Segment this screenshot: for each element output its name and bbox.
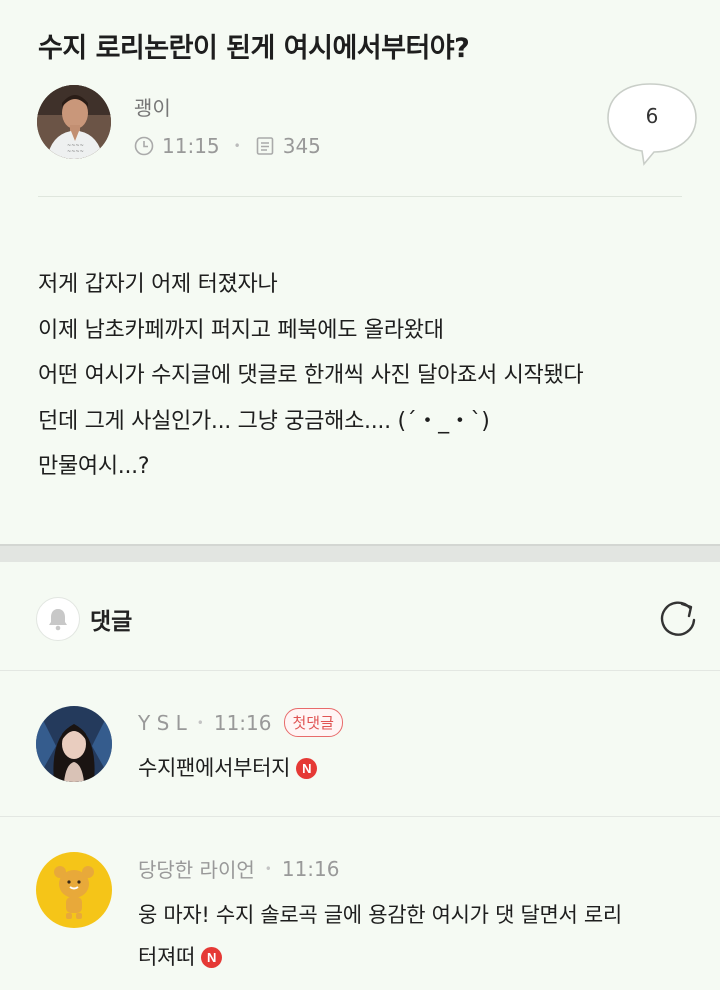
meta-separator: • [264, 861, 272, 876]
post-body: 저게 갑자기 어제 터졌자나 이제 남초카페까지 퍼지고 페북에도 올라왔대 어… [38, 262, 700, 490]
refresh-icon [660, 601, 696, 636]
svg-text:~~~~: ~~~~ [67, 149, 84, 155]
comment-body-line: 터져떠 [138, 945, 196, 969]
new-badge-icon: N [296, 758, 318, 779]
comment-text: 웅 마자! 수지 솔로곡 글에 용감한 여시가 댓 달면서 로리 터져떠 N [138, 894, 622, 978]
section-separator [0, 544, 720, 562]
comment-time: 11:16 [213, 710, 272, 735]
comment-text: 수지팬에서부터지 N [138, 747, 318, 789]
comment-author[interactable]: Y S L [138, 711, 187, 735]
body-line: 저게 갑자기 어제 터졌자나 [38, 272, 278, 297]
body-line: 이제 남초카페까지 퍼지고 페북에도 올라왔대 [38, 317, 444, 343]
comment-time: 11:16 [281, 856, 340, 881]
comment-meta: 당당한 라이언 • 11:16 [138, 854, 339, 883]
comment-author[interactable]: 당당한 라이언 [138, 854, 255, 883]
comment-body-line: 웅 마자! 수지 솔로곡 글에 용감한 여시가 댓 달면서 로리 [138, 903, 622, 927]
author-avatar[interactable]: ~~~~ ~~~~ [37, 85, 111, 159]
first-comment-badge: 첫댓글 [283, 708, 343, 737]
new-badge-icon: N [201, 947, 223, 968]
comments-label: 댓글 [90, 609, 133, 635]
body-line: 던데 그게 사실인가... 그냥 궁금해소.... (´・_・`) [38, 408, 490, 434]
comment-count: 6 [645, 104, 659, 128]
body-line: 어떤 여시가 수지글에 댓글로 한개씩 사진 달아죠서 시작됐다 [38, 363, 584, 388]
meta-separator: • [196, 715, 204, 730]
comment-meta: Y S L • 11:16 첫댓글 [138, 708, 343, 737]
bell-icon [49, 609, 67, 631]
comments-divider [0, 670, 720, 671]
comment-body: 수지팬에서부터지 [138, 756, 291, 780]
refresh-button[interactable] [656, 598, 700, 642]
post-meta: 11:15 • 345 [134, 132, 321, 160]
comment-divider [0, 816, 720, 817]
author-name[interactable]: 괭이 [134, 92, 171, 121]
document-icon [256, 137, 274, 155]
notification-toggle[interactable] [36, 597, 80, 641]
clock-icon [134, 136, 154, 156]
meta-separator: • [233, 139, 241, 153]
body-line: 만물여시...? [38, 454, 150, 479]
comments-header: 댓글 [36, 596, 132, 642]
post-time: 11:15 [162, 134, 220, 158]
post-views: 345 [282, 134, 321, 158]
comment-count-button[interactable]: 6 [604, 82, 700, 166]
commenter-avatar[interactable] [36, 852, 112, 928]
post-title: 수지 로리논란이 된게 여시에서부터야? [38, 33, 470, 64]
header-divider [38, 196, 682, 197]
commenter-avatar[interactable] [36, 706, 112, 782]
